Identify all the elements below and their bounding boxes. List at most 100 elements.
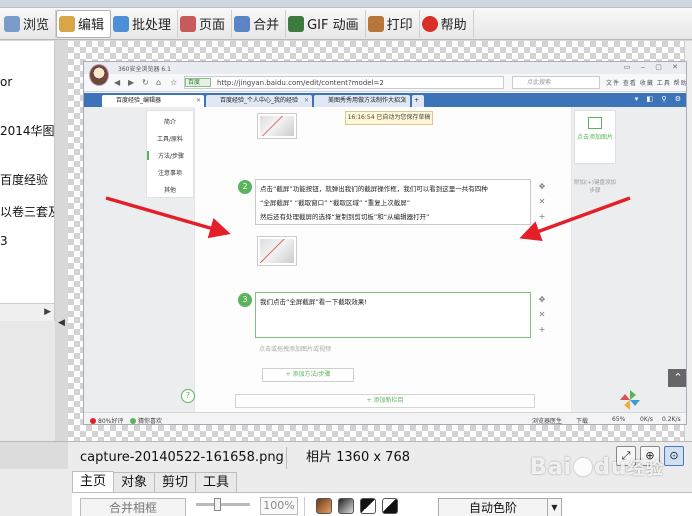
print-icon (367, 15, 384, 32)
sidebar-item[interactable]: 百度经验 (0, 171, 54, 188)
close-icon: ✕ (195, 97, 201, 104)
tab-home[interactable]: 主页 (72, 471, 115, 492)
opacity-slider[interactable] (196, 498, 250, 511)
window-top-strip (0, 0, 692, 8)
image-icon (588, 117, 602, 129)
toolbar-label: 浏览 (23, 18, 50, 33)
pinwheel-icon (620, 390, 640, 410)
window-controls-icon: ▭ ‒ ▢ ✕ (623, 63, 682, 71)
captured-image: 360安全浏览器 6.1 ▭ ‒ ▢ ✕ ◀ ▶ ↻ ⌂ ☆ http://ji… (83, 61, 687, 425)
toolbar-edit-button[interactable]: 编辑 (56, 9, 112, 38)
image-dimensions: 相片 1360 x 768 (306, 450, 410, 465)
toolbar-page-button[interactable]: 页面 (178, 9, 233, 38)
step-2-text: 点击“截屏”功能按钮，就弹出我们的截屏操作框，我们可以看到这里一共有四种 “全屏… (255, 179, 531, 225)
tab-label: 百度经验_个人中心_我的经验 (220, 97, 299, 104)
new-tab-icon: + (412, 95, 424, 107)
browser-tabbar: 百度经验_编辑器 ✕ 百度经验_个人中心_我的经验 ✕ 美图秀秀用做方法制作大招文 ✕… (84, 93, 686, 107)
add-step-button: + 添加方法/步骤 (262, 368, 354, 382)
sidebar-item[interactable]: 2014华图模 (0, 122, 54, 139)
contrast-filter-icon[interactable] (360, 498, 376, 514)
upload-hint: 点击或拖拽添加图片或视频 (259, 346, 332, 353)
toolbar-label: 打印 (386, 18, 413, 33)
sidebar-collapse-icon[interactable]: ◀ (58, 318, 65, 328)
step-tools: ✥ ✕ + (538, 182, 546, 221)
nav-item: 方法/步骤 (147, 151, 193, 160)
help-icon (421, 15, 438, 32)
batch-icon (113, 15, 130, 32)
browser-tab: 美图秀秀用做方法制作大招文 ✕ (314, 95, 410, 107)
toolbar-help-button[interactable]: 帮助 (420, 9, 474, 38)
close-icon: ✕ (401, 97, 407, 104)
sidebar-item[interactable]: or (0, 75, 54, 89)
sidebar-empty-area (0, 321, 55, 441)
watermark-text: du (594, 455, 628, 480)
collapse-up-icon: ⌃ (668, 369, 686, 387)
zoom-fit-icon[interactable]: ⊙ (664, 446, 684, 466)
toolbar-batch-button[interactable]: 批处理 (111, 9, 179, 38)
file-name: capture-20140522-161658.png (72, 447, 287, 469)
toolbar-browse-button[interactable]: 浏览 (2, 9, 57, 38)
back-icon: ◀ (114, 78, 121, 87)
browser-title: 360安全浏览器 6.1 (118, 66, 171, 73)
help-circle-icon: ? (181, 389, 195, 403)
autosave-toast: 16:16:54 已自动为您保存草稿 (345, 111, 433, 125)
sidebar-item[interactable]: 以卷三套及 (0, 203, 54, 220)
forward-icon: ▶ (128, 78, 135, 87)
home-icon: ⌂ (156, 78, 162, 87)
toolbar-label: 合并 (253, 18, 280, 33)
merge-frame-button[interactable]: 合并相框 (80, 498, 186, 516)
sidebar-item[interactable]: 3 (0, 234, 54, 248)
status-item: 65% (612, 416, 626, 423)
scroll-right-icon[interactable]: ▶ (44, 307, 51, 317)
sepia-filter-icon[interactable] (316, 498, 332, 514)
toolbar-gif-button[interactable]: GIF 动画 (286, 9, 366, 38)
divider (304, 497, 305, 516)
main-toolbar: 浏览 编辑 批处理 页面 合并 GIF 动画 打印 帮助 (0, 8, 692, 40)
sidebar-h-scrollbar[interactable]: ▶ (0, 303, 54, 321)
toolbar-print-button[interactable]: 打印 (366, 9, 420, 38)
edit-icon (59, 15, 76, 32)
status-item: 80%好评 (90, 416, 124, 425)
zoom-value-field[interactable]: 100% (260, 497, 298, 515)
chevron-down-icon[interactable]: ▼ (548, 498, 562, 516)
grayscale-filter-icon[interactable] (338, 498, 354, 514)
keyboard-hint: 附加(+)键盘添加步骤 (574, 180, 616, 194)
close-icon: ✕ (303, 97, 309, 104)
browser-menu: 文件 查看 收藏 工具 帮助 (606, 80, 687, 87)
nav-item: 注意事项 (157, 170, 182, 177)
step-text-line: “全屏截屏” “截取窗口” “截取区域” “重复上次截屏” (260, 199, 411, 207)
step-text-line: 然后还有处理截屏的选择“复制到剪切板”和“从编辑器打开” (260, 213, 430, 221)
gif-icon (288, 15, 305, 32)
tab-tools[interactable]: 工具 (195, 472, 238, 492)
tab-object[interactable]: 对象 (113, 472, 156, 492)
status-item: 下载 (576, 418, 589, 425)
browse-icon (4, 15, 20, 32)
browser-page: 简介 工具/原料 方法/步骤 注意事项 其他 16:16:54 已自动为您保存草… (84, 107, 686, 412)
tabbar-tools-icon: ▾ ◧ ⚲ ⚙ (634, 95, 684, 103)
status-text: 猜你喜欢 (138, 418, 163, 425)
step-image-thumb (257, 236, 297, 266)
toolbar-merge-button[interactable]: 合并 (232, 9, 287, 38)
invert-filter-icon[interactable] (382, 498, 398, 514)
add-image-label: 点击添加图片 (576, 134, 613, 141)
ribbon-tabs: 主页 对象 剪切 工具 (72, 471, 238, 492)
slider-handle[interactable] (214, 498, 221, 511)
status-text: 80%好评 (98, 418, 124, 425)
auto-levels-button[interactable]: 自动色阶 (438, 498, 548, 516)
status-item: 猜你喜欢 (130, 416, 163, 425)
tab-crop[interactable]: 剪切 (154, 472, 197, 492)
watermark-text: 经验 (627, 459, 664, 479)
step-image-thumb (257, 113, 297, 139)
status-item: 浏览器医生 (532, 418, 563, 425)
step-3-text: 我们点击“全屏截屏”看一下截取效果! (255, 292, 531, 338)
address-bar: http://jingyan.baidu.com/edit/content?mo… (184, 76, 504, 89)
add-image-panel: 点击添加图片 (574, 110, 616, 164)
status-item: 0K/s (640, 416, 653, 423)
step-number-badge: 2 (238, 180, 252, 194)
merge-icon (234, 15, 251, 32)
browser-titlebar: 360安全浏览器 6.1 ▭ ‒ ▢ ✕ (84, 62, 686, 74)
add-column-button: + 添加新栏目 (235, 394, 535, 408)
editor-left-nav: 简介 工具/原料 方法/步骤 注意事项 其他 (146, 110, 194, 198)
tab-label: 百度经验_编辑器 (116, 97, 162, 104)
browser-tab: 百度经验_个人中心_我的经验 ✕ (206, 95, 312, 107)
